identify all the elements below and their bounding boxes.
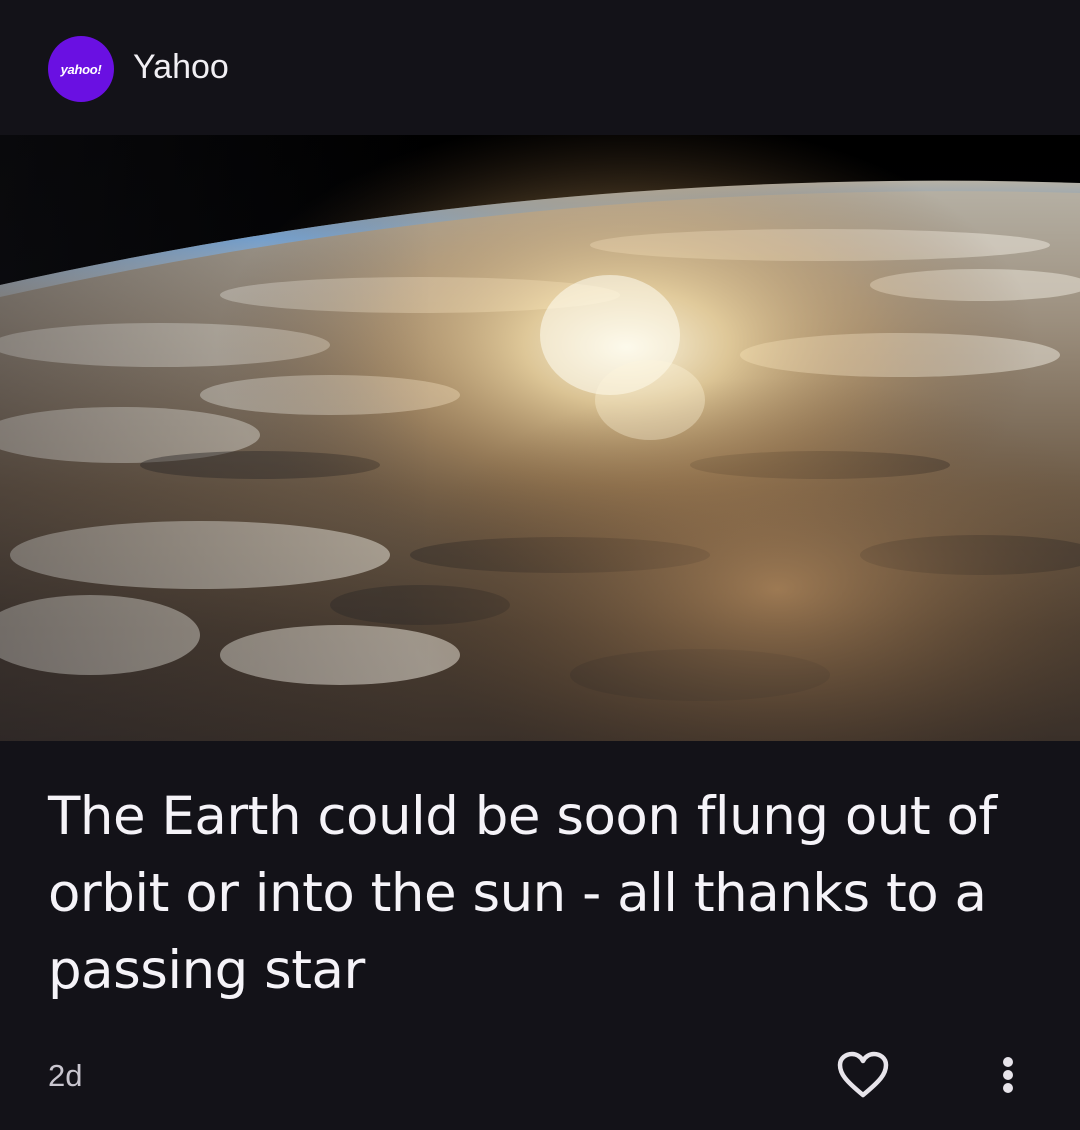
article-image[interactable]	[0, 135, 1080, 741]
news-card[interactable]: yahoo! Yahoo The Earth could be soon flu…	[0, 0, 1080, 1130]
yahoo-logo-avatar[interactable]: yahoo!	[48, 36, 114, 102]
like-button[interactable]	[834, 1046, 892, 1104]
card-header: yahoo! Yahoo	[0, 0, 1080, 135]
more-vertical-icon	[1003, 1057, 1013, 1093]
source-name[interactable]: Yahoo	[133, 47, 229, 87]
earth-from-space-image	[0, 135, 1080, 741]
article-headline[interactable]: The Earth could be soon flung out of orb…	[48, 778, 1038, 1009]
more-options-button[interactable]	[988, 1046, 1028, 1104]
article-age: 2d	[48, 1058, 83, 1093]
yahoo-logo-text: yahoo!	[60, 61, 102, 77]
heart-outline-icon	[837, 1051, 889, 1098]
